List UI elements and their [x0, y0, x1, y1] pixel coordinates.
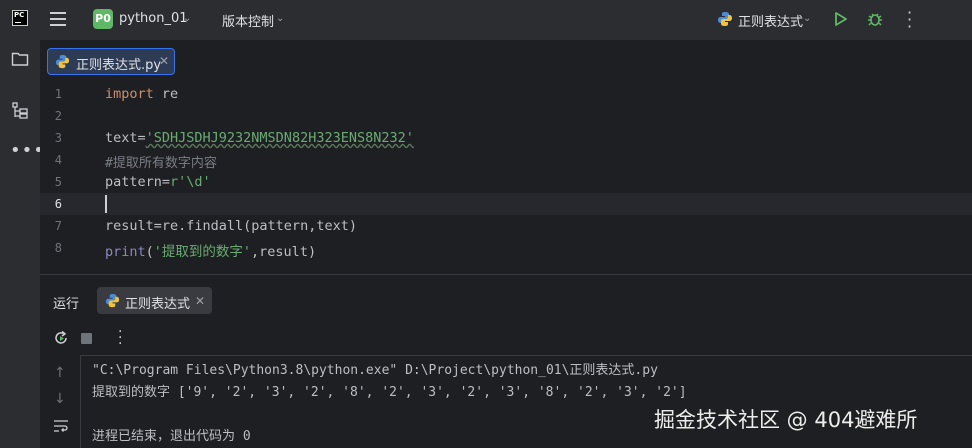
stop-icon[interactable] [81, 333, 92, 344]
line-number: 1 [54, 87, 62, 101]
run-config-selector[interactable]: 正则表达式 [738, 11, 803, 30]
pycharm-logo-icon[interactable]: PC [12, 10, 28, 26]
rerun-icon[interactable] [53, 330, 69, 346]
scroll-up-icon[interactable]: ↑ [54, 365, 66, 381]
run-panel-title: 运行 [53, 297, 80, 312]
close-icon[interactable]: ✕ [159, 54, 169, 68]
python-file-icon [55, 54, 70, 69]
scroll-down-icon[interactable]: ↓ [54, 391, 66, 407]
current-line-highlight [40, 193, 972, 215]
code-comment: #提取所有数字内容 [105, 156, 217, 171]
console-line: 进程已结束，退出代码为 0 [92, 429, 251, 444]
more-icon[interactable]: · · · [118, 325, 122, 351]
code-line: pattern=r'\d' [105, 174, 211, 190]
chevron-down-icon[interactable]: ⌄ [803, 13, 811, 24]
debug-icon[interactable] [866, 10, 884, 28]
text-caret [105, 195, 107, 213]
line-number: 6 [54, 197, 62, 211]
code-line: text='SDHJSDHJ9232NMSDN82H323ENS8N232' [105, 130, 414, 146]
project-name[interactable]: python_01 [119, 11, 188, 26]
run-tab-label: 正则表达式 [125, 297, 191, 312]
line-number: 2 [54, 109, 62, 123]
line-number: 8 [54, 241, 62, 255]
line-number: 5 [54, 175, 62, 189]
console-line: 提取到的数字 ['9', '2', '3', '2', '8', '2', '3… [92, 385, 687, 400]
python-file-icon [718, 12, 732, 26]
editor-tab-label: 正则表达式.py [76, 58, 162, 73]
line-number: 7 [54, 219, 62, 233]
python-file-icon [105, 293, 120, 308]
line-number: 4 [54, 153, 62, 167]
chevron-down-icon[interactable]: ⌄ [276, 13, 284, 24]
console-gutter-separator [80, 355, 81, 448]
more-icon[interactable]: · · · [907, 5, 912, 35]
vcs-menu[interactable]: 版本控制 [222, 11, 274, 30]
line-number: 3 [54, 131, 62, 145]
project-badge[interactable]: P0 [93, 9, 113, 29]
menu-icon[interactable] [50, 12, 66, 26]
run-icon[interactable] [833, 11, 849, 27]
console-line: "C:\Program Files\Python3.8\python.exe" … [92, 363, 658, 378]
console-separator [80, 355, 972, 356]
soft-wrap-icon[interactable] [53, 419, 69, 433]
chevron-down-icon[interactable]: ⌄ [183, 13, 191, 24]
close-icon[interactable]: ✕ [195, 294, 205, 308]
code-line: import re [105, 86, 179, 102]
code-line: result=re.findall(pattern,text) [105, 218, 357, 234]
folder-icon[interactable] [11, 51, 29, 67]
code-line: print('提取到的数字',result) [105, 244, 317, 260]
watermark: 掘金技术社区 @ 404避难所 [654, 408, 918, 432]
